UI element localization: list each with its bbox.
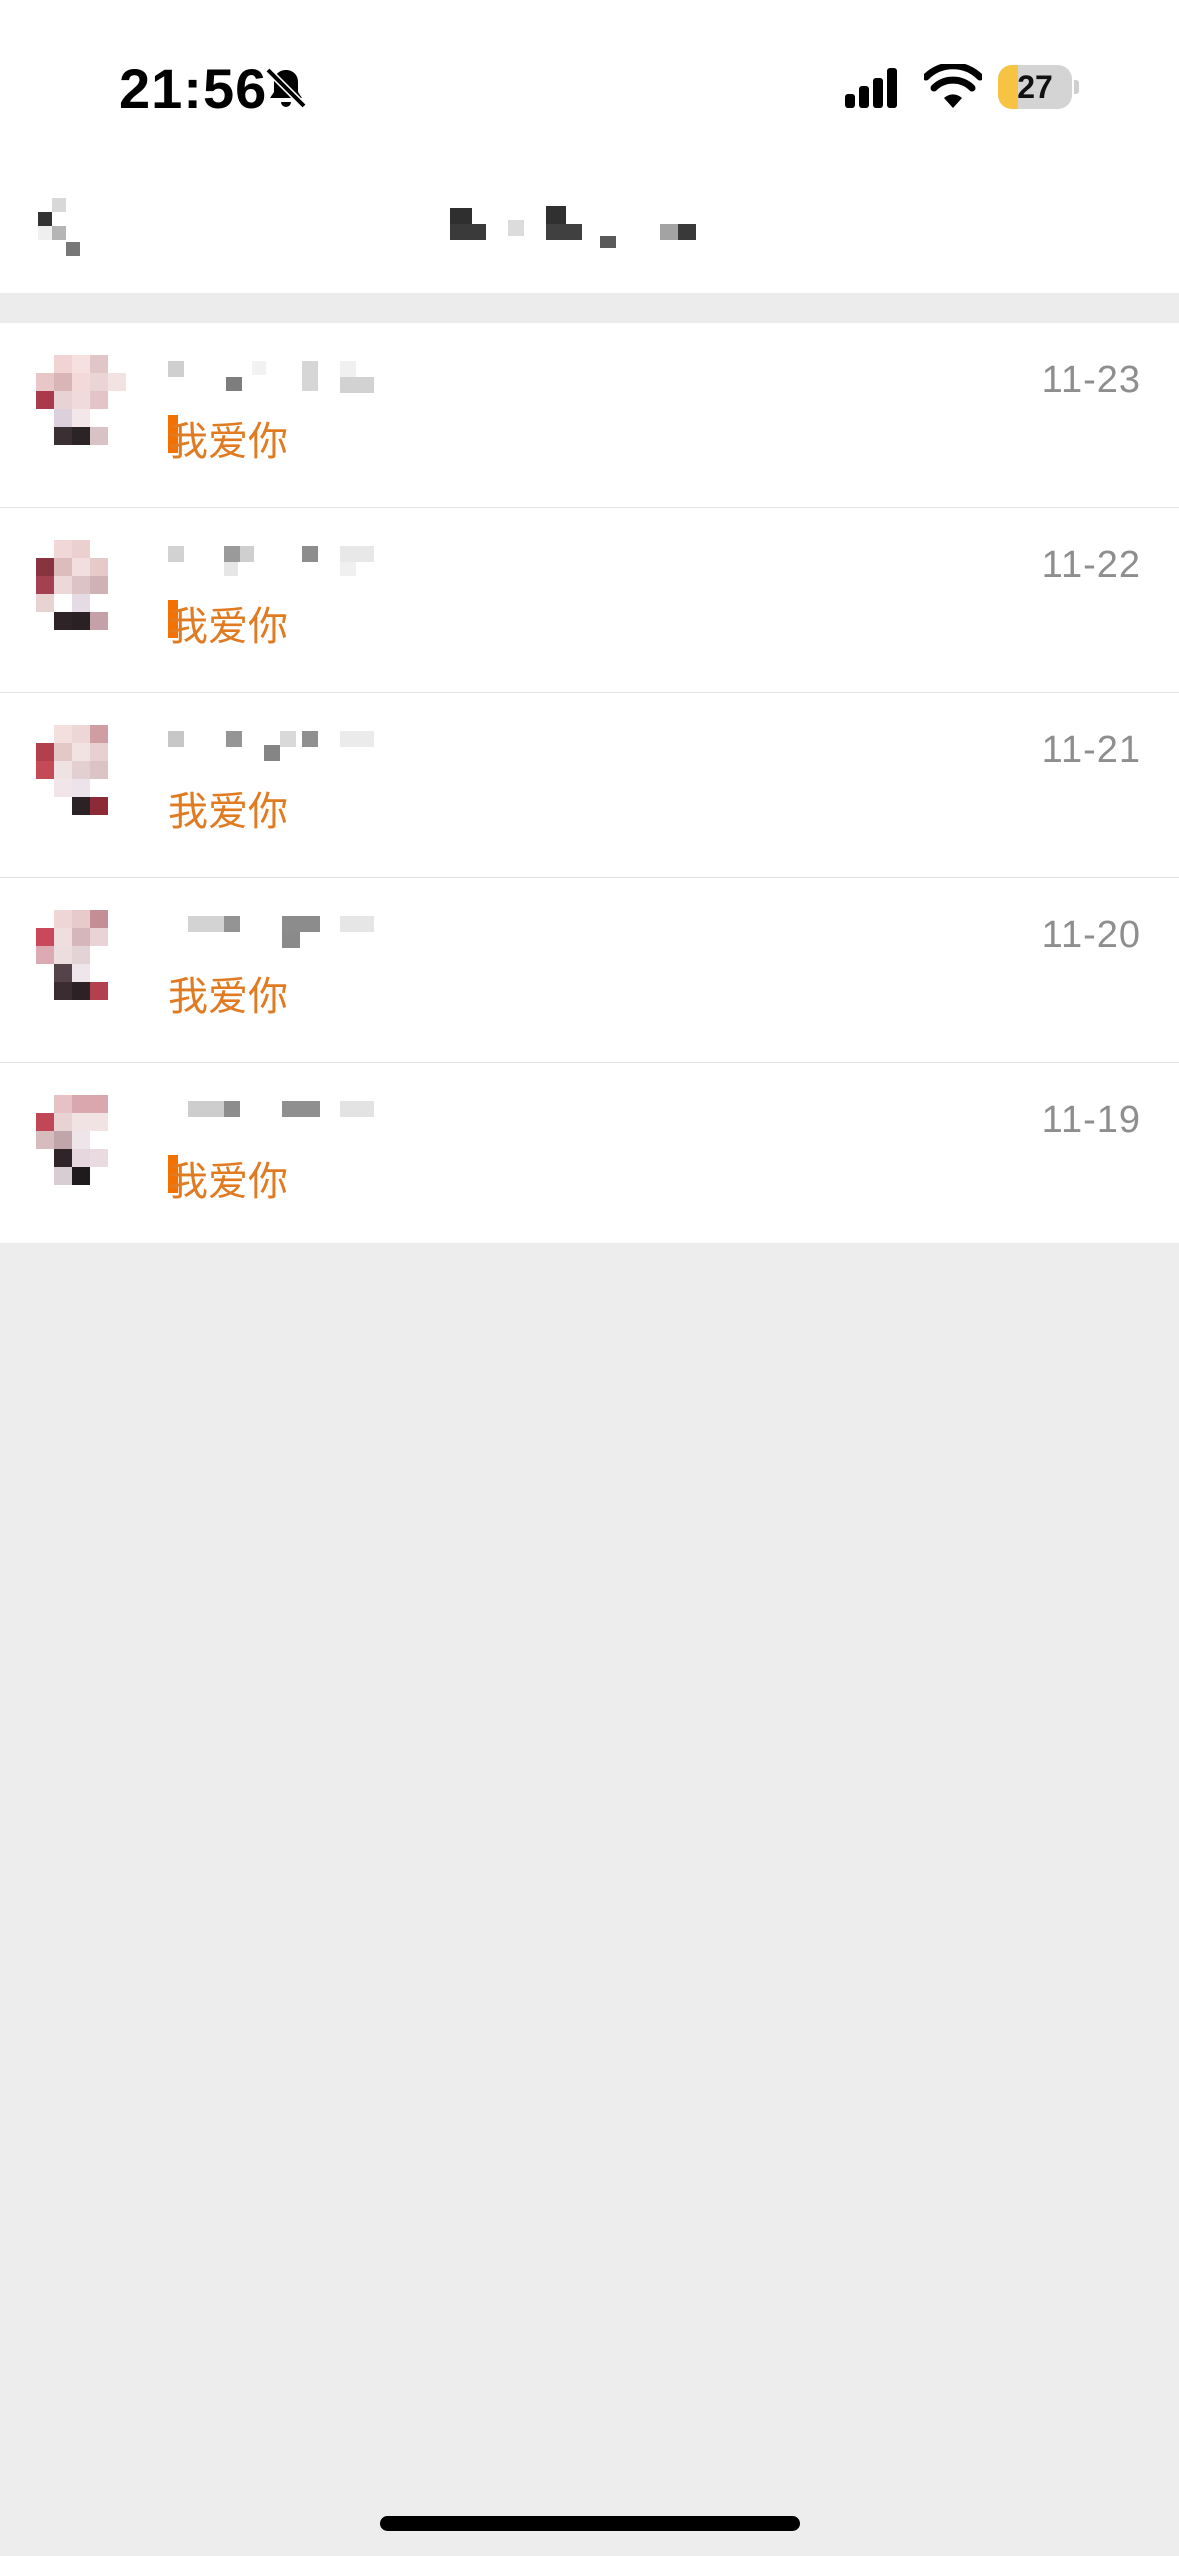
signal-icon — [845, 68, 897, 108]
message-date: 11-23 — [1041, 359, 1141, 401]
chevron-left-icon — [38, 198, 80, 256]
message-date: 11-20 — [1041, 914, 1141, 956]
message-preview: 我爱你 — [168, 789, 288, 835]
status-time: 21:56 — [119, 57, 268, 120]
list-item[interactable]: 我爱你 11-23 — [0, 323, 1179, 508]
sender-name-redacted — [168, 546, 374, 576]
status-bar: 21:56 27 — [0, 0, 1179, 160]
navigation-bar — [0, 160, 1179, 293]
message-preview: 我爱你 — [168, 604, 288, 650]
sender-name-redacted — [188, 1101, 374, 1117]
sender-name-redacted — [168, 361, 374, 393]
message-date: 11-19 — [1041, 1099, 1141, 1141]
message-preview: 我爱你 — [168, 419, 288, 465]
avatar — [36, 725, 132, 821]
avatar — [36, 355, 132, 451]
battery-icon: 27 — [998, 65, 1079, 109]
avatar — [36, 910, 132, 1006]
home-indicator[interactable] — [380, 2516, 800, 2531]
battery-percentage: 27 — [1017, 69, 1053, 105]
battery-tip — [1074, 80, 1079, 94]
page-title-redacted — [450, 202, 700, 250]
list-item[interactable]: 我爱你 11-21 — [0, 693, 1179, 878]
list-item[interactable]: 我爱你 11-19 — [0, 1063, 1179, 1243]
avatar — [36, 540, 132, 636]
message-preview: 我爱你 — [168, 1159, 288, 1205]
avatar — [36, 1095, 132, 1191]
wifi-icon — [924, 64, 982, 108]
bell-slash-icon — [265, 67, 307, 109]
message-date: 11-22 — [1041, 544, 1141, 586]
list-item[interactable]: 我爱你 11-22 — [0, 508, 1179, 693]
message-list: 我爱你 11-23 我爱你 11-22 我爱你 11-21 我爱你 11-20 … — [0, 323, 1179, 1243]
back-button[interactable] — [30, 184, 90, 264]
list-item[interactable]: 我爱你 11-20 — [0, 878, 1179, 1063]
sender-name-redacted — [168, 731, 374, 761]
message-preview: 我爱你 — [168, 974, 288, 1020]
section-divider — [0, 293, 1179, 323]
sender-name-redacted — [188, 916, 374, 948]
message-date: 11-21 — [1041, 729, 1141, 771]
